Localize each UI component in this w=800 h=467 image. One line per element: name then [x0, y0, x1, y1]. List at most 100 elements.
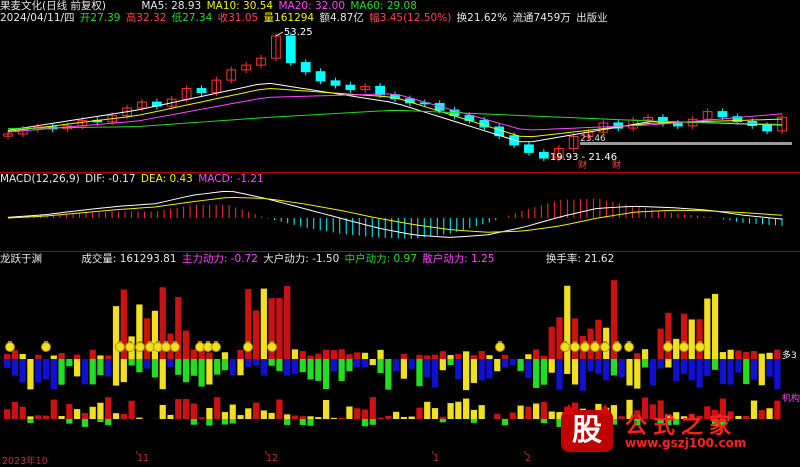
- dragon-header: 龙跃于渊 成交量: 161293.81 主力动力: -0.72 大户动力: -1…: [0, 252, 616, 266]
- lower-bar: [447, 403, 453, 419]
- force-bar-up: [12, 350, 18, 359]
- money-bag-knot: [573, 341, 577, 343]
- dragon-turnover: 换手率: 21.62: [546, 253, 614, 265]
- money-bag-icon: [496, 343, 505, 352]
- dea-line: [8, 197, 782, 232]
- lower-bar: [58, 416, 64, 419]
- lower-bar: [230, 405, 236, 419]
- lower-bar: [276, 399, 282, 419]
- force-bar-down: [237, 359, 243, 375]
- force-bar-down: [681, 359, 687, 374]
- lower-bar: [35, 415, 41, 419]
- lower-bar-neg: [541, 419, 547, 423]
- candlestick-chart[interactable]: 53.2519.93 - 21.4623.46财财: [0, 0, 800, 172]
- force-bar-up: [766, 353, 772, 359]
- force-bar-down: [409, 359, 415, 369]
- force-bar-up: [673, 339, 679, 359]
- money-bag-knot: [603, 341, 607, 343]
- force-bar-down: [230, 359, 236, 375]
- force-bar-up: [595, 320, 601, 359]
- lower-bar: [471, 410, 477, 419]
- lower-bar-neg: [191, 419, 197, 425]
- force-bar-down: [27, 359, 33, 389]
- force-bar-down: [82, 359, 88, 384]
- force-bar-up: [712, 294, 718, 359]
- lower-bar: [307, 416, 313, 419]
- force-bar-down: [66, 359, 72, 366]
- force-bar-down: [315, 359, 321, 381]
- force-bar-down: [696, 359, 702, 388]
- force-bar-down: [222, 359, 228, 370]
- candle-body: [286, 36, 295, 63]
- lower-bar: [432, 408, 438, 419]
- money-bag-icon: [561, 343, 570, 352]
- money-bag-icon: [664, 343, 673, 352]
- price-marker-bar: [580, 142, 792, 145]
- lower-bar: [323, 400, 329, 419]
- force-bar-down: [401, 359, 407, 379]
- force-bar-down: [261, 359, 267, 376]
- force-bar-down: [619, 359, 625, 378]
- money-bag-icon: [696, 343, 705, 352]
- force-bar-down: [471, 359, 477, 383]
- force-bar-down: [136, 359, 142, 372]
- candle-body: [331, 81, 340, 85]
- money-bag-icon: [613, 343, 622, 352]
- lower-bar: [199, 417, 205, 419]
- force-bar-up: [572, 318, 578, 359]
- lower-bar: [315, 417, 321, 419]
- force-bar-up: [479, 351, 485, 359]
- axis-label: 1: [433, 453, 439, 464]
- lower-bar: [253, 403, 259, 419]
- force-bar-down: [199, 359, 205, 387]
- dragon-volume: 成交量: 161293.81: [81, 253, 176, 265]
- force-bar-up: [759, 354, 765, 359]
- lower-bar: [90, 407, 96, 419]
- lower-bar: [284, 414, 290, 419]
- price-panel[interactable]: 53.2519.93 - 21.4623.46财财 果麦文化(日线 前复权) M…: [0, 0, 800, 172]
- force-bar-down: [276, 359, 282, 371]
- lower-bar: [377, 418, 383, 419]
- force-bar-down: [556, 359, 562, 390]
- lower-bar-neg: [362, 419, 368, 426]
- force-bar-down: [424, 359, 430, 377]
- force-bar-down: [183, 359, 189, 382]
- force-bar-up: [416, 355, 422, 359]
- force-bar-up: [665, 313, 671, 359]
- lower-bar: [479, 405, 485, 419]
- force-bar-up: [455, 354, 461, 359]
- force-bar-down: [354, 359, 360, 367]
- lower-bar: [74, 409, 80, 419]
- force-bar-up: [440, 351, 446, 359]
- force-bar-down: [160, 359, 166, 389]
- force-bar-down: [4, 359, 10, 368]
- money-bag-icon: [162, 343, 171, 352]
- force-bar-down: [370, 359, 376, 365]
- logo-horn: [563, 404, 575, 414]
- force-bar-down: [385, 359, 391, 390]
- money-bag-knot: [118, 341, 122, 343]
- lower-bar-neg: [222, 419, 228, 425]
- high-label: 53.25: [284, 27, 313, 38]
- force-bar-down: [43, 359, 49, 379]
- force-bar-down: [214, 359, 220, 375]
- force-bar-down: [323, 359, 329, 389]
- force-bar-down: [751, 359, 757, 380]
- lower-bar-neg: [440, 419, 446, 422]
- lower-bar: [269, 413, 275, 419]
- quote-low: 低27.34: [172, 12, 213, 24]
- money-bag-knot: [666, 341, 670, 343]
- money-bag-icon: [680, 343, 689, 352]
- candle-body: [301, 63, 310, 72]
- macd-panel[interactable]: MACD(12,26,9) DIF: -0.17 DEA: 0.43 MACD:…: [0, 172, 800, 251]
- quote-close: 收31.05: [218, 12, 259, 24]
- lower-bar: [206, 408, 212, 419]
- lower-bar: [128, 401, 134, 419]
- force-bar-down: [689, 359, 695, 380]
- quote-amount: 额4.87亿: [319, 12, 363, 24]
- force-bar-up: [432, 355, 438, 359]
- force-bar-down: [440, 359, 446, 370]
- candle-body: [718, 112, 727, 117]
- force-bar-down: [12, 359, 18, 376]
- force-bar-down: [58, 359, 64, 385]
